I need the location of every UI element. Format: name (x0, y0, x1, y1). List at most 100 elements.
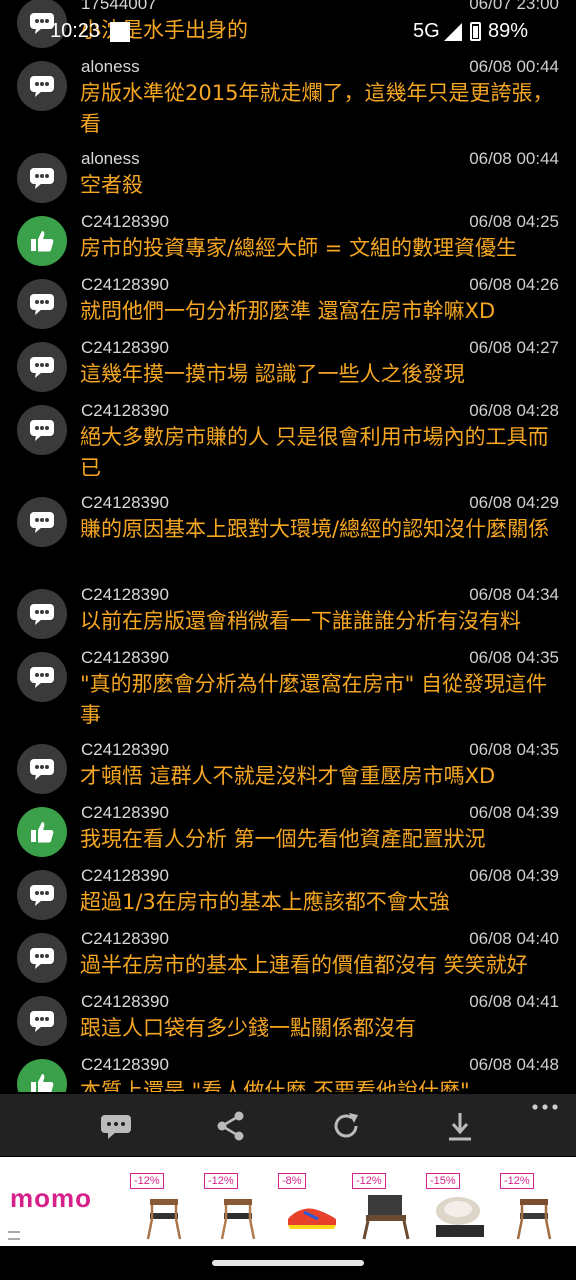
comment-user: C24128390 (81, 803, 169, 822)
comment-item: C24128390 06/08 04:40 過半在房市的基本上連看的價值都沒有 笑笑… (0, 923, 576, 986)
comment-item: C24128390 06/08 04:48 本質上還是 "看人做什麼 不要看他說什麼… (0, 1049, 576, 1092)
battery-percent: 89% (488, 20, 529, 42)
comment-item: aloness 06/08 00:44 房版水準從2015年就走爛了，這幾年只是更誇… (0, 51, 576, 143)
comment-user: C24128390 (81, 275, 169, 294)
comment-icon (17, 589, 67, 639)
home-gesture-handle[interactable] (212, 1260, 364, 1266)
comment-time: 06/08 04:34 (469, 585, 559, 604)
comment-text: 超過1/3在房市的基本上應該都不會太強 (80, 890, 450, 914)
comment-text: 絕大多數房市賺的人 只是很會利用市場內的工具而已 (80, 425, 549, 480)
comment-user: C24128390 (81, 212, 169, 231)
comment-text: 才頓悟 這群人不就是沒料才會重壓房市嗎XD (80, 764, 496, 788)
comment-text: 以前在房版還會稍微看一下誰誰誰分析有沒有料 (80, 609, 521, 633)
comment-icon (17, 405, 67, 455)
comment-time: 06/08 04:40 (469, 929, 559, 948)
thumbs-up-icon (17, 1059, 67, 1092)
discount-badge: -12% (500, 1173, 534, 1189)
ad-brand-logo[interactable]: momo (10, 1183, 92, 1214)
comment-user: C24128390 (81, 929, 169, 948)
ad-product[interactable]: -15% (426, 1171, 492, 1243)
comment-item: C24128390 06/08 04:28 絕大多數房市賺的人 只是很會利用市場內的… (0, 395, 576, 487)
chair-icon (516, 1199, 552, 1240)
comment-item: C24128390 06/08 04:26 就問他們一句分析那麼準 還窩在房市幹嘛X… (0, 269, 576, 332)
thumbs-up-icon (17, 216, 67, 266)
comment-item: C24128390 06/08 04:25 房市的投資專家/總經大師 = 文組的數理… (0, 206, 576, 269)
comment-icon (17, 996, 67, 1046)
comment-text: 跟這人口袋有多少錢一點關係都沒有 (80, 1016, 416, 1040)
comment-icon (17, 279, 67, 329)
status-bar: 10:23 5G 89% (0, 0, 576, 64)
comment-icon (17, 497, 67, 547)
comment-text: 這幾年摸一摸市場 認識了一些人之後發現 (80, 362, 465, 386)
comment-time: 06/08 04:39 (469, 866, 559, 885)
comment-text: 就問他們一句分析那麼準 還窩在房市幹嘛XD (80, 299, 496, 323)
comment-icon (17, 342, 67, 392)
network-type: 5G (413, 20, 440, 42)
download-icon (449, 1113, 471, 1141)
comment-time: 06/08 04:25 (469, 212, 559, 231)
status-time: 10:23 (50, 20, 101, 42)
comment-item: C24128390 06/08 04:41 跟這人口袋有多少錢一點關係都沒有 (0, 986, 576, 1049)
ad-menu-icon[interactable] (8, 1231, 20, 1240)
comment-icon (101, 1115, 131, 1139)
comment-item: C24128390 06/08 04:29 賺的原因基本上跟對大環境/總經的認知沒什… (0, 487, 576, 579)
comment-icon (17, 153, 67, 203)
comment-time: 06/08 04:35 (469, 740, 559, 759)
comment-text: 我現在看人分析 第一個先看他資產配置狀況 (80, 827, 486, 851)
comment-item: C24128390 06/08 04:27 這幾年摸一摸市場 認識了一些人之後發現 (0, 332, 576, 395)
comment-time: 06/08 04:39 (469, 803, 559, 822)
download-button[interactable] (443, 1109, 477, 1143)
armchair-icon (362, 1195, 410, 1240)
comment-text: 空者殺 (80, 173, 143, 197)
comment-time: 06/08 04:27 (469, 338, 559, 357)
comment-user: C24128390 (81, 585, 169, 604)
comment-user: C24128390 (81, 493, 169, 512)
comment-feed[interactable]: 17544007 06/07 23:00 小沈是水手出身的 aloness 06/… (0, 0, 576, 1092)
comment-user: C24128390 (81, 992, 169, 1011)
more-icon[interactable] (530, 1100, 560, 1114)
comment-text: 本質上還是 "看人做什麼 不要看他說什麼" (80, 1079, 470, 1092)
comment-user: aloness (81, 149, 140, 168)
comment-item: C24128390 06/08 04:35 "真的那麼會分析為什麼還窩在房市" 自從… (0, 642, 576, 734)
ad-product[interactable]: -12% (500, 1171, 566, 1243)
comment-time: 06/08 04:35 (469, 648, 559, 667)
ad-product[interactable]: -12% (204, 1171, 270, 1243)
comment-text: 過半在房市的基本上連看的價值都沒有 笑笑就好 (80, 953, 528, 977)
comment-time: 06/08 04:41 (469, 992, 559, 1011)
comment-time: 06/08 04:29 (469, 493, 559, 512)
comment-button[interactable] (99, 1109, 133, 1143)
comment-item: C24128390 06/08 04:34 以前在房版還會稍微看一下誰誰誰分析有沒有… (0, 579, 576, 642)
ad-product[interactable]: -12% (130, 1171, 196, 1243)
ad-product[interactable]: -8% (278, 1171, 344, 1243)
comment-user: C24128390 (81, 338, 169, 357)
comment-item: aloness 06/08 00:44 空者殺 (0, 143, 576, 206)
ad-product[interactable]: -12% (352, 1171, 418, 1243)
comment-time: 06/08 00:44 (469, 149, 559, 168)
comment-text: "真的那麼會分析為什麼還窩在房市" 自從發現這件事 (80, 672, 547, 727)
discount-badge: -12% (352, 1173, 386, 1189)
refresh-icon (334, 1113, 358, 1138)
comment-icon (17, 652, 67, 702)
comment-time: 06/08 04:28 (469, 401, 559, 420)
bottom-toolbar (0, 1094, 576, 1156)
share-button[interactable] (214, 1109, 248, 1143)
comment-text: 房版水準從2015年就走爛了，這幾年只是更誇張，看 (80, 81, 554, 136)
comment-time: 06/08 04:48 (469, 1055, 559, 1074)
comment-icon (17, 933, 67, 983)
discount-badge: -8% (278, 1173, 306, 1189)
refresh-button[interactable] (329, 1109, 363, 1143)
comment-user: C24128390 (81, 740, 169, 759)
signal-icon (444, 23, 462, 41)
thumbs-up-icon (17, 807, 67, 857)
comment-icon (17, 744, 67, 794)
system-nav-bar (0, 1246, 576, 1280)
discount-badge: -15% (426, 1173, 460, 1189)
comment-icon (17, 870, 67, 920)
share-icon (217, 1111, 244, 1141)
cookware-icon (436, 1197, 484, 1237)
ad-banner[interactable]: momo -12% -12% -8% -12% -15% -12% (0, 1157, 576, 1246)
comment-item: C24128390 06/08 04:35 才頓悟 這群人不就是沒料才會重壓房市嗎X… (0, 734, 576, 797)
comment-item: C24128390 06/08 04:39 超過1/3在房市的基本上應該都不會太強 (0, 860, 576, 923)
chair-icon (220, 1199, 256, 1240)
comment-time: 06/08 04:26 (469, 275, 559, 294)
